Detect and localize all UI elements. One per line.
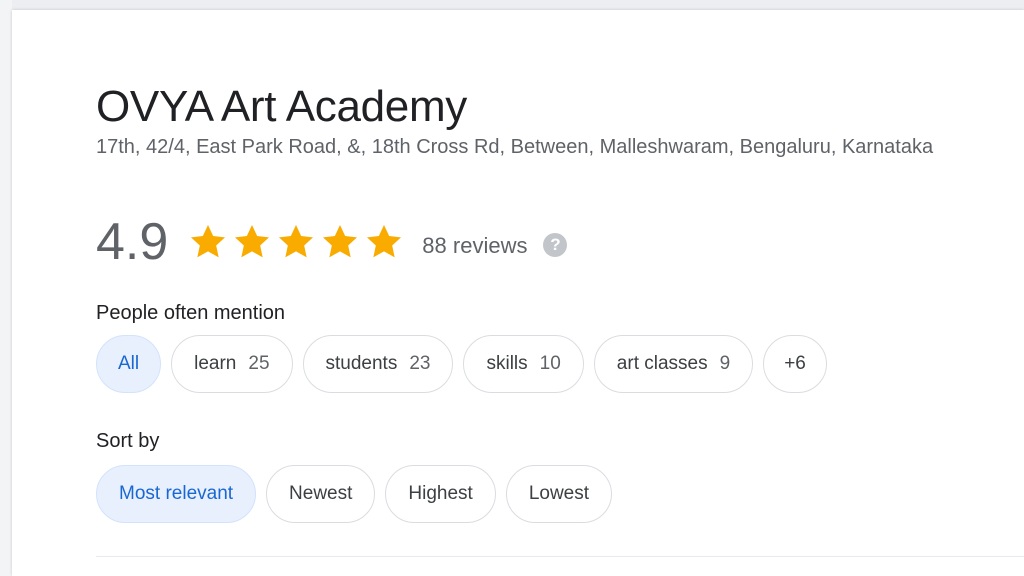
rating-summary: 4.9 88 reviews ? [96, 212, 568, 272]
star-rating [188, 222, 404, 262]
star-icon [367, 225, 402, 258]
chip-label: All [118, 353, 140, 374]
chip-count: 10 [539, 353, 561, 374]
background-strip [0, 0, 12, 576]
star-icon [279, 225, 314, 258]
sort-lowest[interactable]: Lowest [505, 465, 613, 523]
place-name: OVYA Art Academy [96, 82, 468, 131]
chip-label: +6 [784, 353, 806, 374]
help-icon[interactable]: ? [543, 233, 568, 257]
chip-count: 25 [248, 353, 270, 374]
chip-art-classes[interactable]: art classes 9 [593, 335, 754, 393]
chip-label: skills [486, 353, 528, 374]
background-top [0, 0, 1024, 10]
chip-label: art classes [616, 353, 708, 374]
sort-chip-row: Most relevant Newest Highest Lowest [96, 465, 613, 523]
chip-more[interactable]: +6 [763, 335, 827, 393]
reviews-panel: OVYA Art Academy 17th, 42/4, East Park R… [12, 10, 1024, 576]
divider [96, 556, 1024, 557]
chip-students[interactable]: students 23 [302, 335, 454, 393]
star-icon [191, 225, 226, 258]
sort-option-label: Most relevant [119, 483, 234, 504]
sort-option-label: Newest [289, 483, 353, 504]
sort-label: Sort by [96, 430, 160, 452]
rating-value: 4.9 [96, 213, 169, 271]
mentions-label: People often mention [96, 302, 286, 324]
mentions-chip-row: All learn 25 students 23 skills 10 art c… [96, 335, 827, 393]
chip-learn[interactable]: learn 25 [171, 335, 293, 393]
sort-option-label: Highest [408, 483, 473, 504]
star-icon [235, 225, 270, 258]
sort-most-relevant[interactable]: Most relevant [96, 465, 257, 523]
review-count[interactable]: 88 reviews [422, 233, 527, 259]
sort-highest[interactable]: Highest [385, 465, 496, 523]
chip-count: 9 [719, 353, 731, 374]
sort-option-label: Lowest [528, 483, 590, 504]
chip-count: 23 [409, 353, 431, 374]
sort-newest[interactable]: Newest [266, 465, 376, 523]
star-icon [323, 225, 358, 258]
chip-label: learn [194, 353, 237, 374]
chip-label: students [325, 353, 398, 374]
chip-skills[interactable]: skills 10 [463, 335, 584, 393]
chip-all[interactable]: All [96, 335, 162, 393]
place-address: 17th, 42/4, East Park Road, &, 18th Cros… [96, 136, 934, 158]
